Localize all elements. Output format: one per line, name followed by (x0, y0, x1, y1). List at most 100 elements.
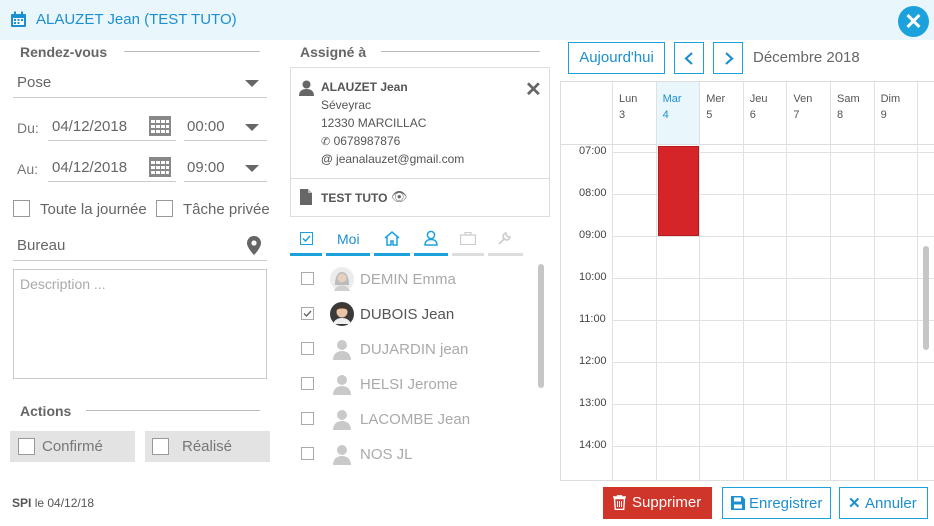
day-header[interactable]: Jeu 6 (750, 91, 768, 123)
hour-gridline (612, 446, 934, 447)
calendar-grid-icon[interactable] (149, 157, 171, 177)
description-textarea[interactable]: Description ... (13, 269, 267, 379)
person-checkbox[interactable] (301, 412, 314, 425)
du-label: Du: (17, 120, 39, 136)
close-x-icon: ✕ (848, 495, 861, 512)
day-header[interactable]: Mer 5 (706, 91, 725, 123)
type-value: Pose (17, 74, 52, 91)
delete-button[interactable]: Supprimer (603, 487, 712, 519)
day-column-divider (786, 82, 787, 480)
avatar (330, 302, 354, 326)
cancel-label: Annuler (865, 495, 917, 512)
done-checkbox[interactable] (152, 438, 169, 455)
done-label: Réalisé (182, 438, 233, 455)
confirmed-checkbox[interactable] (18, 438, 35, 455)
confirmed-label: Confirmé (42, 438, 103, 455)
divider (291, 178, 549, 179)
chevron-down-icon (245, 165, 259, 172)
person-row[interactable]: LACOMBE Jean (290, 404, 535, 439)
day-column-divider (874, 82, 875, 480)
person-checkbox[interactable] (301, 272, 314, 285)
calendar-grid-icon[interactable] (149, 116, 171, 136)
footer-author: SPI (12, 496, 32, 510)
tab-briefcase[interactable] (452, 227, 484, 256)
person-row[interactable]: DUBOIS Jean (290, 299, 535, 334)
private-label: Tâche privée (183, 201, 270, 218)
tab-tools[interactable] (488, 227, 523, 256)
trash-icon (613, 495, 626, 510)
person-row[interactable]: NOS JL (290, 439, 535, 474)
contact-phone-value: 0678987876 (333, 134, 401, 148)
month-label: Décembre 2018 (753, 49, 860, 66)
end-date-input[interactable]: 04/12/2018 (48, 155, 176, 182)
cancel-button[interactable]: ✕ Annuler (839, 487, 928, 519)
person-row[interactable]: DUJARDIN jean (290, 334, 535, 369)
people-scrollbar[interactable] (538, 264, 544, 388)
end-time-value: 09:00 (187, 159, 225, 176)
calendar-event[interactable] (658, 146, 699, 236)
type-select[interactable]: Pose (13, 72, 267, 98)
confirmed-toggle[interactable]: Confirmé (10, 431, 135, 462)
footer-le: le (34, 496, 45, 510)
chevron-down-icon (245, 124, 259, 131)
person-row[interactable]: HELSI Jerome (290, 369, 535, 404)
avatar (330, 407, 354, 431)
day-header[interactable]: Ven 7 (793, 91, 812, 123)
calendar-scrollbar[interactable] (923, 246, 929, 350)
hour-label: 11:00 (579, 313, 606, 325)
person-checkbox[interactable] (301, 447, 314, 460)
save-label: Enregistrer (749, 495, 823, 512)
end-date-value: 04/12/2018 (52, 159, 128, 176)
day-header[interactable]: Mar 4 (663, 91, 682, 123)
allday-label: Toute la journée (40, 201, 147, 218)
chevron-right-icon (725, 52, 734, 65)
hour-label: 14:00 (579, 439, 607, 451)
briefcase-icon (460, 232, 476, 245)
close-icon[interactable]: ✕ (898, 6, 929, 37)
person-checkbox[interactable] (301, 377, 314, 390)
eye-icon[interactable]: 👁 (391, 189, 408, 205)
hour-label: 13:00 (579, 397, 607, 409)
divider (124, 51, 260, 52)
start-date-input[interactable]: 04/12/2018 (48, 114, 176, 141)
today-button[interactable]: Aujourd'hui (568, 42, 665, 74)
allday-checkbox[interactable] (13, 200, 30, 217)
end-time-select[interactable]: 09:00 (184, 155, 267, 182)
at-icon: @ (321, 152, 333, 166)
private-checkbox[interactable] (156, 200, 173, 217)
home-icon (384, 231, 400, 246)
prev-week-button[interactable] (674, 42, 704, 74)
person-name: HELSI Jerome (360, 376, 458, 393)
person-name: DEMIN Emma (360, 271, 456, 288)
start-time-select[interactable]: 00:00 (184, 114, 267, 141)
calendar-icon (11, 11, 26, 27)
map-marker-icon (247, 236, 261, 255)
day-header[interactable]: Sam 8 (837, 91, 860, 123)
next-week-button[interactable] (713, 42, 743, 74)
chevron-down-icon (245, 80, 259, 87)
user-outline-icon (424, 230, 438, 246)
remove-contact-icon[interactable]: ✕ (525, 77, 542, 102)
location-input[interactable]: Bureau (13, 235, 267, 261)
avatar (330, 267, 354, 291)
rdv-section-title: Rendez-vous (20, 44, 108, 60)
assign-section-title: Assigné à (300, 44, 367, 60)
tab-select-all[interactable] (290, 227, 322, 256)
person-checkbox[interactable] (301, 307, 314, 320)
avatar (330, 442, 354, 466)
hour-label: 10:00 (579, 271, 607, 283)
person-row[interactable]: DEMIN Emma (290, 264, 535, 299)
day-header[interactable]: Lun 3 (619, 91, 637, 123)
wrench-icon (498, 232, 511, 245)
day-header[interactable]: Dim 9 (881, 91, 901, 123)
avatar (330, 337, 354, 361)
tab-me[interactable]: Moi (326, 227, 370, 256)
save-button[interactable]: Enregistrer (722, 487, 831, 519)
tab-home[interactable] (374, 227, 410, 256)
person-checkbox[interactable] (301, 342, 314, 355)
tab-users[interactable] (414, 227, 448, 256)
contact-address-line1: Séveyrac (321, 98, 372, 112)
footer-meta: SPI le 04/12/18 (12, 496, 94, 510)
done-toggle[interactable]: Réalisé (145, 431, 270, 462)
contact-email: @ jeanalauzet@gmail.com (321, 152, 464, 166)
